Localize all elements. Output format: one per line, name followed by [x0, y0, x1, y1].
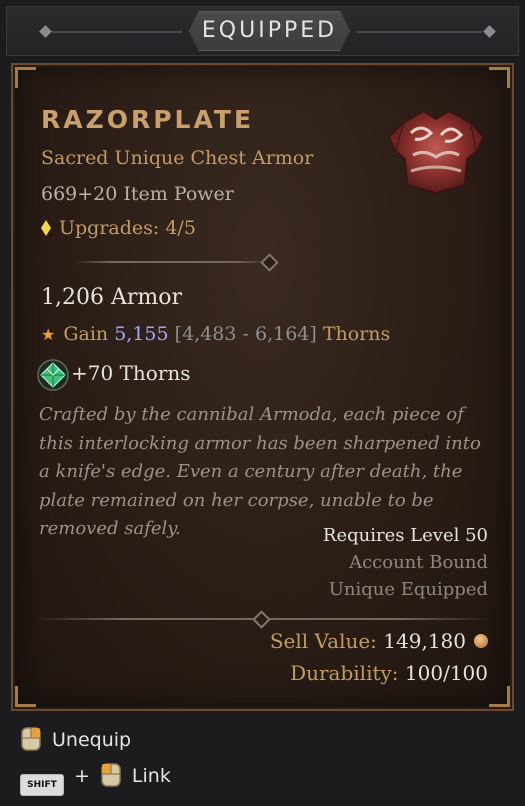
header-ornament-left-icon — [39, 25, 52, 38]
card-corner-ornament — [15, 67, 36, 88]
link-action[interactable]: SHIFT + Link — [20, 762, 171, 796]
affix-socket-thorns: +70 Thorns — [71, 361, 191, 385]
requires-level: Requires Level 50 — [322, 525, 488, 546]
star-icon: ★ — [41, 325, 56, 344]
account-bound: Account Bound — [349, 552, 488, 573]
affix-gain-prefix: Gain — [63, 323, 109, 345]
affix-thorns-gain: ★ Gain 5,155 [4,483 - 6,164] Thorns — [41, 323, 390, 345]
plus-sign: + — [74, 765, 90, 787]
item-name: RAZORPLATE — [41, 105, 255, 134]
socket-gem-icon — [37, 359, 69, 391]
upgrade-diamond-icon — [41, 220, 51, 236]
right-mouse-button-icon — [21, 727, 41, 751]
item-upgrades: Upgrades: 4/5 — [41, 217, 196, 239]
header-ornament-right-icon — [483, 25, 496, 38]
sell-value-label: Sell Value: — [269, 629, 377, 653]
item-requirements: Requires Level 50 Account Bound Unique E… — [323, 522, 488, 603]
chest-armor-icon — [387, 109, 485, 195]
affix-gain-value: 5,155 — [114, 323, 169, 345]
gold-coin-icon — [474, 634, 488, 648]
header-line-right — [357, 31, 482, 33]
card-corner-ornament — [489, 686, 510, 707]
upgrades-label: Upgrades: 4/5 — [59, 217, 196, 239]
durability: Durability: 100/100 — [290, 661, 488, 685]
section-divider — [33, 610, 491, 629]
section-divider — [73, 253, 279, 272]
item-tooltip: EQUIPPED RAZORPLATE Sacred Unique Chest … — [0, 0, 525, 806]
left-mouse-button-icon — [101, 763, 121, 787]
item-power: 669+20 Item Power — [41, 183, 234, 205]
sell-value-amount: 149,180 — [383, 629, 466, 653]
unequip-action[interactable]: Unequip — [20, 726, 131, 752]
header-title: EQUIPPED — [201, 18, 338, 43]
divider-diamond-icon — [252, 610, 271, 629]
item-type: Sacred Unique Chest Armor — [41, 147, 314, 169]
durability-label: Durability: — [290, 661, 399, 685]
tooltip-header: EQUIPPED — [6, 6, 519, 56]
card-corner-ornament — [489, 67, 510, 88]
sell-value: Sell Value: 149,180 — [270, 629, 488, 653]
header-line-left — [52, 31, 182, 33]
unique-equipped: Unique Equipped — [328, 579, 488, 600]
affix-gain-range: [4,483 - 6,164] — [174, 323, 317, 345]
unequip-label: Unequip — [52, 729, 132, 751]
item-card: RAZORPLATE Sacred Unique Chest Armor 669… — [11, 63, 514, 711]
action-hints: Unequip SHIFT + Link — [6, 716, 519, 802]
durability-value: 100/100 — [404, 661, 488, 685]
shift-key-icon: SHIFT — [20, 774, 64, 796]
divider-diamond-icon — [260, 253, 279, 272]
link-label: Link — [131, 765, 171, 787]
card-corner-ornament — [15, 686, 36, 707]
affix-gain-suffix: Thorns — [322, 323, 391, 345]
armor-stat: 1,206 Armor — [41, 285, 183, 310]
